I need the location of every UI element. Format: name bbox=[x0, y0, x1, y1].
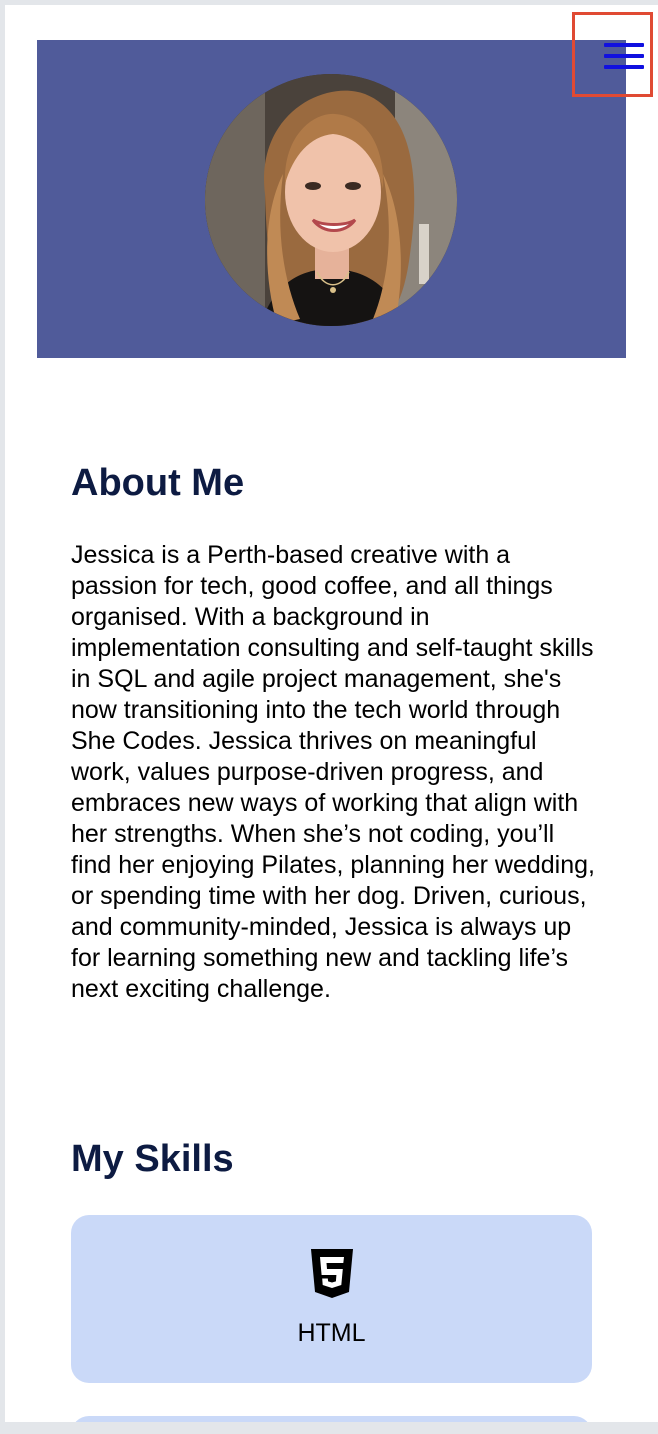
hamburger-menu-button[interactable] bbox=[600, 38, 648, 78]
html5-icon bbox=[311, 1249, 353, 1298]
page: About Me Jessica is a Perth-based creati… bbox=[0, 0, 658, 1434]
window-top-edge bbox=[0, 0, 658, 5]
hero-banner bbox=[37, 40, 626, 358]
about-heading: About Me bbox=[71, 462, 245, 504]
skill-card-html: HTML bbox=[71, 1215, 592, 1383]
hamburger-menu-icon bbox=[604, 43, 644, 47]
window-left-edge bbox=[0, 0, 5, 1434]
about-paragraph: Jessica is a Perth-based creative with a… bbox=[71, 541, 595, 1003]
skills-heading: My Skills bbox=[71, 1138, 234, 1180]
profile-photo bbox=[205, 74, 457, 326]
window-bottom-edge bbox=[0, 1422, 658, 1434]
hamburger-menu-icon-line bbox=[604, 65, 644, 69]
skill-label-html: HTML bbox=[297, 1319, 366, 1347]
hamburger-menu-icon-line bbox=[604, 54, 644, 58]
